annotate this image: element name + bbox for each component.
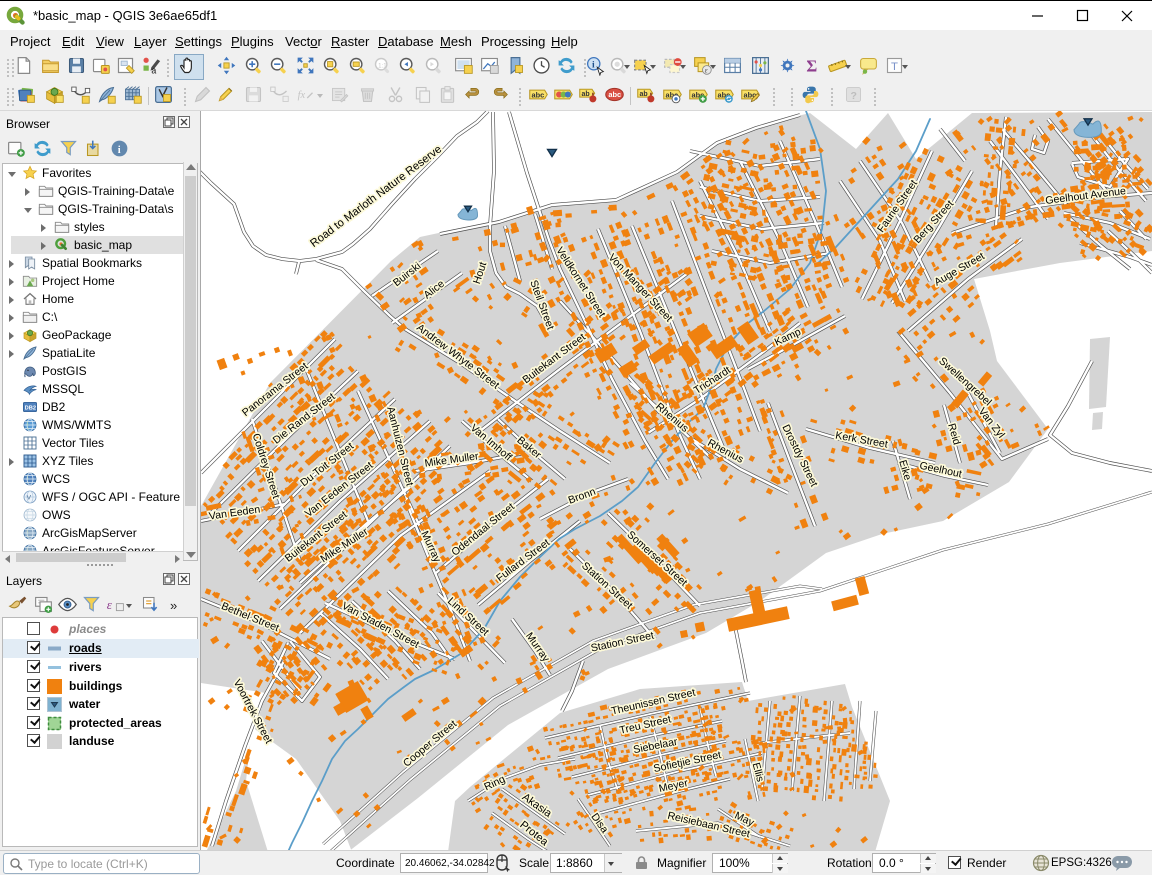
svg-text:V: V (27, 495, 32, 502)
svg-text:ε: ε (107, 597, 113, 612)
svg-text:ab: ab (582, 91, 590, 98)
svg-text:i: i (118, 145, 121, 156)
svg-text:DB2: DB2 (25, 406, 36, 412)
svg-text:T: T (891, 61, 898, 73)
svg-text:1:1: 1:1 (378, 62, 387, 69)
svg-text:abc: abc (608, 90, 621, 99)
svg-text:ε: ε (705, 67, 708, 75)
svg-text:abc: abc (532, 91, 545, 100)
svg-text:fx: fx (298, 90, 306, 101)
svg-text:a: a (151, 65, 156, 75)
svg-text:ab: ab (640, 91, 648, 98)
svg-text:i: i (592, 59, 595, 70)
svg-text:Σ: Σ (806, 57, 817, 76)
svg-text:?: ? (850, 90, 856, 102)
